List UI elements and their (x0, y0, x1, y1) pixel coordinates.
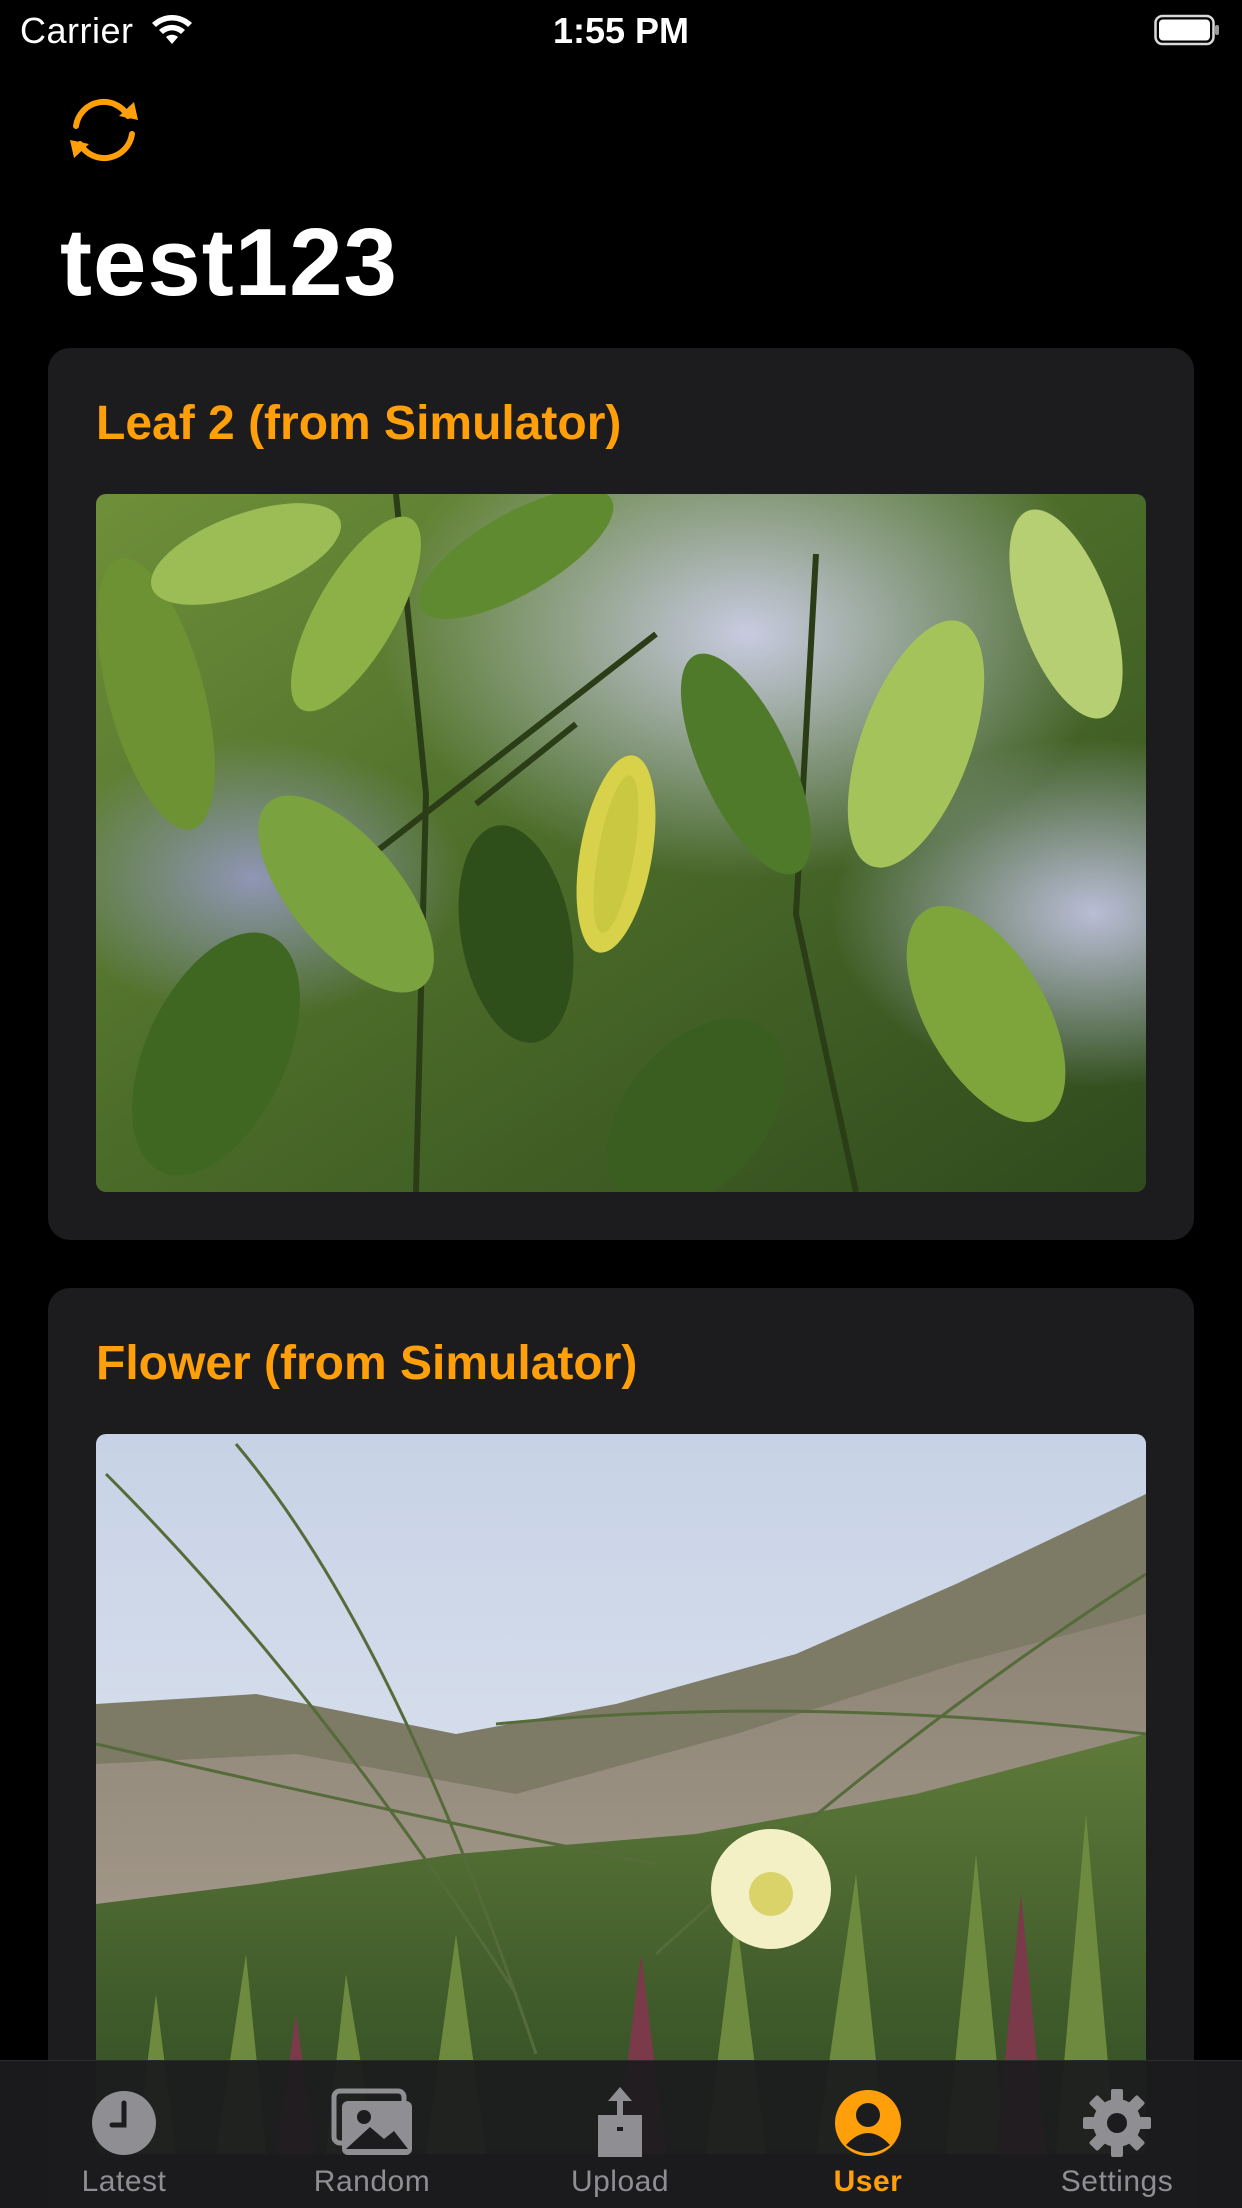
post-title: Leaf 2 (from Simulator) (96, 397, 622, 450)
arrow-rotate-icon (70, 98, 138, 162)
tab-settings[interactable]: Settings (992, 2061, 1242, 2208)
status-bar: Carrier 1:55 PM (0, 0, 1242, 62)
tab-label: Settings (1060, 2165, 1174, 2198)
tab-upload[interactable]: Upload (496, 2061, 744, 2208)
tab-label: Random (313, 2165, 431, 2198)
tab-random[interactable]: Random (248, 2061, 496, 2208)
share-upload-icon (598, 2087, 642, 2157)
battery-icon (1154, 14, 1219, 46)
tab-latest[interactable]: Latest (0, 2061, 248, 2208)
clock-icon (92, 2091, 156, 2155)
photos-icon (331, 2088, 412, 2155)
user-screen: Carrier 1:55 PM test123 Leaf 2 (from Sim… (0, 0, 1242, 2208)
post-title: Flower (from Simulator) (96, 1337, 638, 1390)
person-circle-icon (835, 2090, 901, 2156)
post-card[interactable]: Leaf 2 (from Simulator) (48, 348, 1194, 1240)
refresh-button[interactable] (60, 90, 148, 170)
tab-label: Upload (570, 2165, 670, 2198)
status-time: 1:55 PM (552, 10, 690, 51)
page-title: test123 (60, 209, 398, 316)
post-photo-flower[interactable] (96, 1434, 1146, 2154)
tab-bar: Latest Random Upload User Settings (0, 2060, 1242, 2208)
tab-user[interactable]: User (744, 2061, 992, 2208)
tab-label: User (833, 2165, 903, 2198)
post-photo-leaf[interactable] (96, 494, 1146, 1192)
gear-icon (1083, 2089, 1151, 2157)
tab-label: Latest (81, 2165, 167, 2198)
